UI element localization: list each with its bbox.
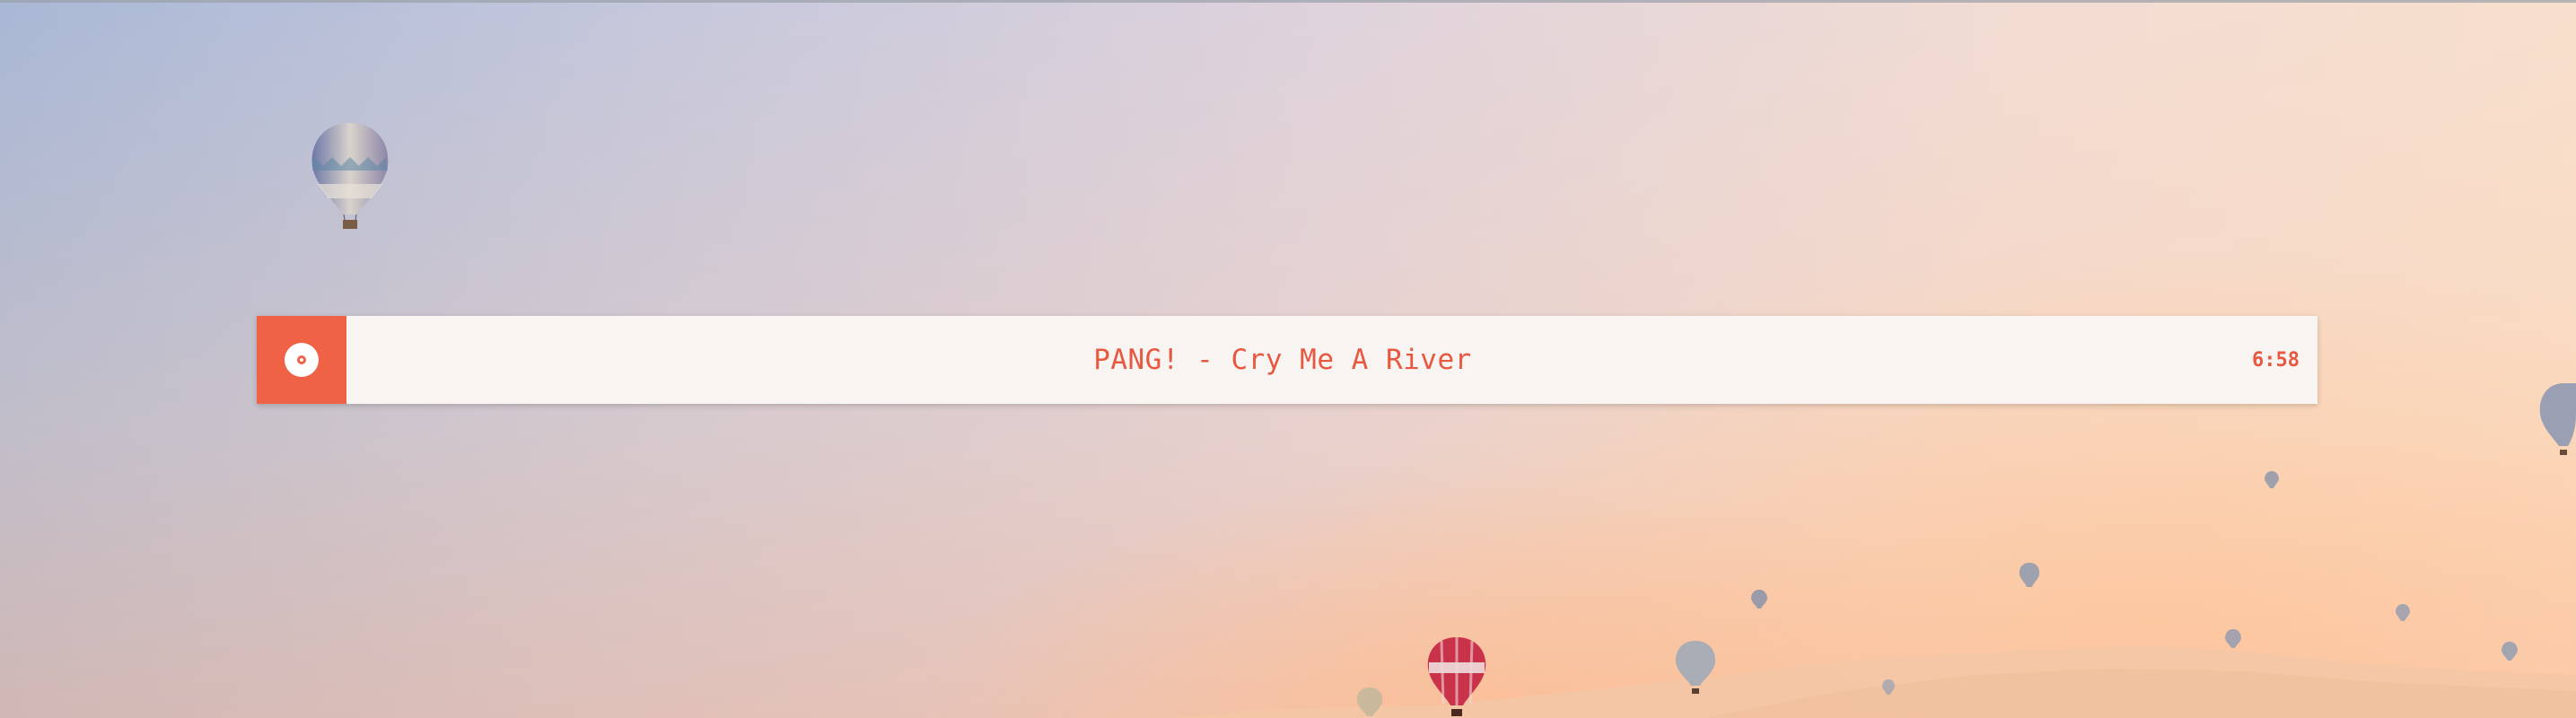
balloon-icon: [2502, 642, 2518, 661]
balloon-icon: [1882, 679, 1895, 695]
balloon-icon: [1427, 637, 1486, 716]
balloon-icon: [1751, 590, 1767, 609]
balloon-icon: [2019, 563, 2040, 587]
balloon-icon: [311, 123, 389, 229]
music-player-bar: PANG! - Cry Me A River 6:58: [257, 316, 2318, 404]
track-duration: 6:58: [2252, 348, 2300, 372]
track-title: PANG! - Cry Me A River: [1093, 344, 1472, 376]
play-button[interactable]: [257, 316, 346, 404]
disc-icon: [285, 343, 319, 377]
balloon-icon: [2265, 471, 2279, 488]
balloon-icon: [1675, 641, 1716, 694]
balloon-icon: [1356, 687, 1383, 716]
balloon-icon: [2396, 604, 2410, 621]
balloon-icon: [2225, 629, 2241, 648]
balloon-icon: [2539, 383, 2576, 455]
